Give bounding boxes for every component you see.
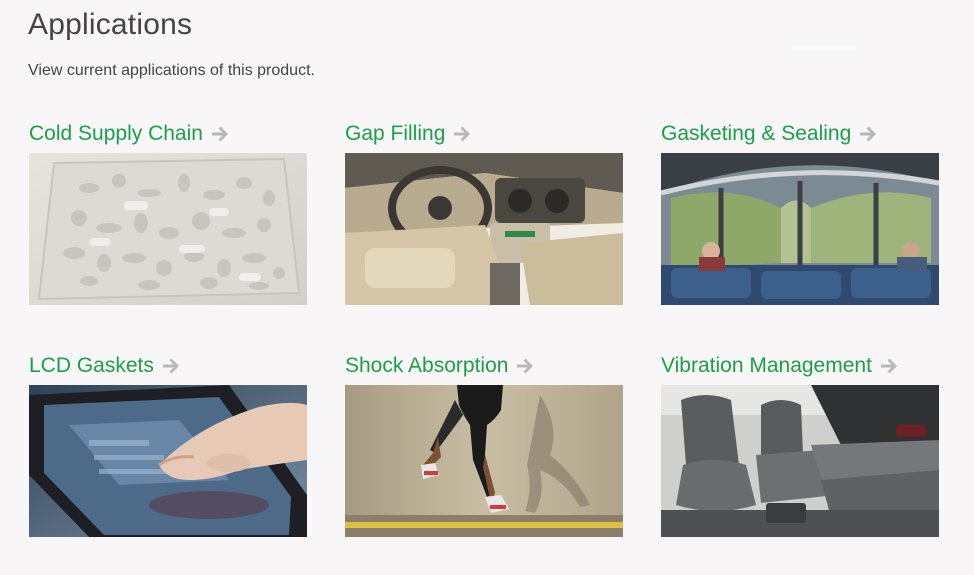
application-card-lcd-gaskets: LCD Gaskets	[29, 351, 309, 537]
application-link-gap-filling[interactable]: Gap Filling	[345, 119, 625, 149]
application-label: Shock Absorption	[345, 354, 509, 377]
arrow-right-icon	[858, 124, 878, 144]
application-label: Gasketing & Sealing	[661, 122, 852, 145]
application-link-lcd-gaskets[interactable]: LCD Gaskets	[29, 351, 309, 381]
application-label: LCD Gaskets	[29, 354, 154, 377]
shock-absorption-image[interactable]	[345, 385, 623, 537]
arrow-right-icon	[879, 356, 899, 376]
arrow-right-icon	[210, 124, 230, 144]
application-card-gap-filling: Gap Filling	[345, 119, 625, 305]
page-subtitle: View current applications of this produc…	[28, 62, 315, 79]
cold-supply-chain-image[interactable]	[29, 153, 307, 305]
application-link-gasketing-sealing[interactable]: Gasketing & Sealing	[661, 119, 941, 149]
page-title: Applications	[28, 8, 193, 41]
application-link-shock-absorption[interactable]: Shock Absorption	[345, 351, 625, 381]
arrow-right-icon	[515, 356, 535, 376]
application-card-vibration-management: Vibration Management	[661, 351, 941, 537]
application-card-cold-supply-chain: Cold Supply Chain	[29, 119, 309, 305]
arrow-right-icon	[161, 356, 181, 376]
vibration-management-image[interactable]	[661, 385, 939, 537]
application-label: Cold Supply Chain	[29, 122, 203, 145]
arrow-right-icon	[452, 124, 472, 144]
application-label: Vibration Management	[661, 354, 872, 377]
application-link-cold-supply-chain[interactable]: Cold Supply Chain	[29, 119, 309, 149]
application-label: Gap Filling	[345, 122, 446, 145]
gap-filling-image[interactable]	[345, 153, 623, 305]
lcd-gaskets-image[interactable]	[29, 385, 307, 537]
application-card-shock-absorption: Shock Absorption	[345, 351, 625, 537]
gasketing-sealing-image[interactable]	[661, 153, 939, 305]
application-link-vibration-management[interactable]: Vibration Management	[661, 351, 941, 381]
application-card-gasketing-sealing: Gasketing & Sealing	[661, 119, 941, 305]
header-divider	[790, 47, 858, 49]
